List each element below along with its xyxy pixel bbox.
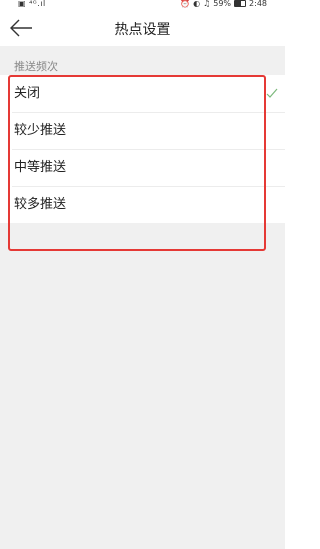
battery-percent: 59% xyxy=(213,0,232,8)
option-label: 中等推送 xyxy=(14,160,67,175)
option-label: 较多推送 xyxy=(14,197,67,212)
option-less[interactable]: 较少推送 xyxy=(0,112,285,149)
section-label: 推送频次 xyxy=(14,60,58,73)
status-bar: ▣ ⁴ᴳ.ıl ⏰ ◐ ♫ 59% 2:48 xyxy=(0,0,285,10)
clock: 2:48 xyxy=(249,0,267,8)
frequency-option-list: 关闭 较少推送 中等推送 较多推送 xyxy=(0,75,285,223)
header: 热点设置 xyxy=(0,10,285,46)
option-medium[interactable]: 中等推送 xyxy=(0,149,285,186)
page-title: 热点设置 xyxy=(114,22,171,38)
check-icon xyxy=(266,88,278,98)
option-more[interactable]: 较多推送 xyxy=(0,186,285,223)
status-right: ⏰ ◐ ♫ 59% 2:48 xyxy=(180,0,267,8)
battery-icon xyxy=(234,0,247,7)
option-label: 较少推送 xyxy=(14,123,67,138)
signal-indicator: ▣ ⁴ᴳ.ıl xyxy=(18,0,46,8)
option-off[interactable]: 关闭 xyxy=(0,75,285,112)
silent-icon: ♫ xyxy=(203,0,211,8)
alarm-icon: ⏰ xyxy=(180,0,191,8)
screen: ▣ ⁴ᴳ.ıl ⏰ ◐ ♫ 59% 2:48 热点设置 推送频次 关闭 较少推送 xyxy=(0,0,285,549)
option-label: 关闭 xyxy=(14,86,41,101)
dnd-icon: ◐ xyxy=(193,0,201,8)
